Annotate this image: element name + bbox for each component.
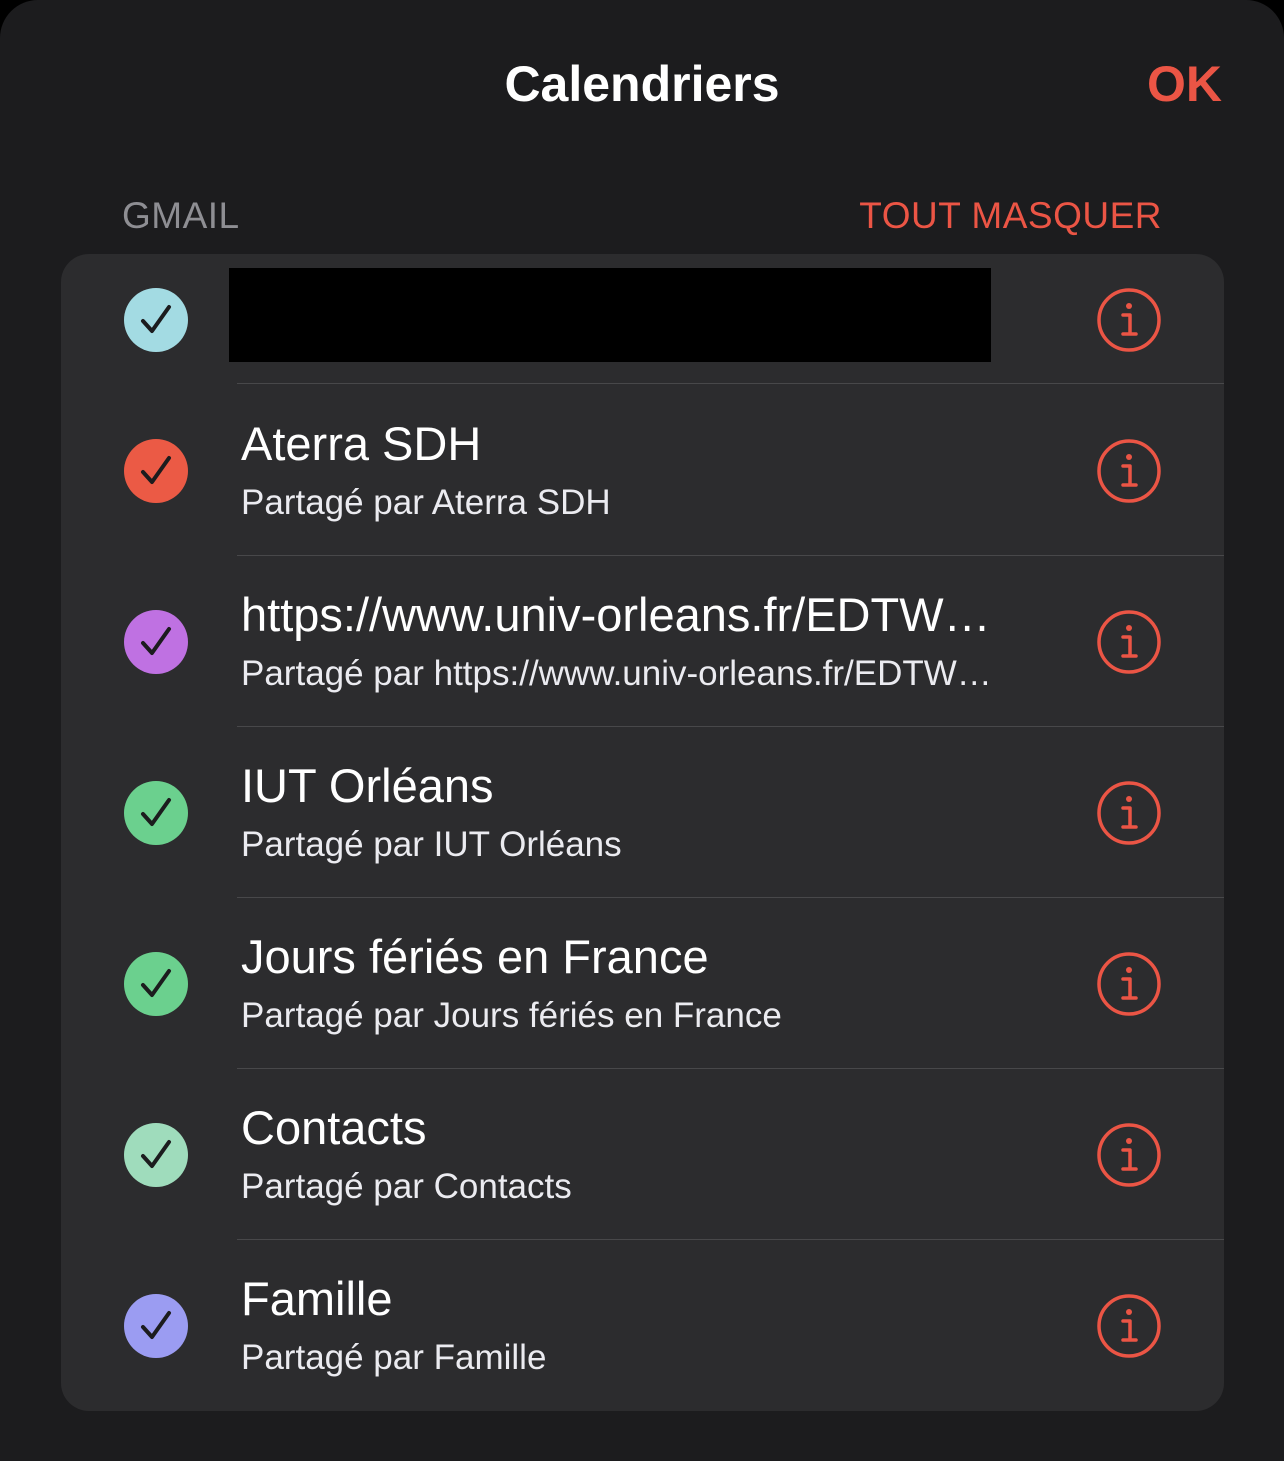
- calendar-title: Jours fériés en France: [241, 930, 709, 983]
- page-title: Calendriers: [504, 56, 780, 112]
- info-icon[interactable]: [1096, 1122, 1162, 1188]
- calendar-row[interactable]: Jours fériés en France Partagé par Jours…: [61, 898, 1224, 1069]
- redacted-calendar-name: [229, 268, 991, 362]
- calendar-title: Contacts: [241, 1101, 427, 1154]
- calendar-row[interactable]: IUT Orléans Partagé par IUT Orléans: [61, 727, 1224, 898]
- calendar-subtitle: Partagé par Contacts: [241, 1167, 572, 1206]
- calendar-title: IUT Orléans: [241, 759, 494, 812]
- calendar-checkmark-icon[interactable]: [124, 439, 188, 503]
- info-icon[interactable]: [1096, 609, 1162, 675]
- calendar-subtitle: Partagé par Aterra SDH: [241, 483, 611, 522]
- calendar-checkmark-icon[interactable]: [124, 781, 188, 845]
- calendar-title: https://www.univ-orleans.fr/EDTW…: [241, 588, 991, 641]
- calendar-checkmark-icon[interactable]: [124, 610, 188, 674]
- calendar-checkmark-icon[interactable]: [124, 1123, 188, 1187]
- calendar-title: Famille: [241, 1272, 393, 1325]
- calendar-row[interactable]: [61, 254, 1224, 384]
- calendar-list: Aterra SDH Partagé par Aterra SDH https:…: [61, 254, 1224, 1411]
- row-separator: [237, 383, 1224, 384]
- calendar-row[interactable]: Contacts Partagé par Contacts: [61, 1069, 1224, 1240]
- calendar-row[interactable]: Aterra SDH Partagé par Aterra SDH: [61, 385, 1224, 556]
- info-icon[interactable]: [1096, 287, 1162, 353]
- calendar-subtitle: Partagé par Jours fériés en France: [241, 996, 782, 1035]
- section-header-gmail: GMAIL: [122, 195, 240, 236]
- info-icon[interactable]: [1096, 951, 1162, 1017]
- calendar-row[interactable]: Famille Partagé par Famille: [61, 1240, 1224, 1411]
- calendar-checkmark-icon[interactable]: [124, 1294, 188, 1358]
- calendar-checkmark-icon[interactable]: [124, 288, 188, 352]
- info-icon[interactable]: [1096, 438, 1162, 504]
- calendar-checkmark-icon[interactable]: [124, 952, 188, 1016]
- ok-button[interactable]: OK: [1147, 52, 1222, 116]
- info-icon[interactable]: [1096, 1293, 1162, 1359]
- calendar-title: Aterra SDH: [241, 417, 482, 470]
- calendar-row[interactable]: https://www.univ-orleans.fr/EDTW… Partag…: [61, 556, 1224, 727]
- hide-all-button[interactable]: TOUT MASQUER: [859, 192, 1162, 240]
- calendar-subtitle: Partagé par Famille: [241, 1338, 547, 1377]
- calendars-sheet: Calendriers OK GMAIL TOUT MASQUER Aterra…: [0, 0, 1284, 1461]
- calendar-subtitle: Partagé par IUT Orléans: [241, 825, 622, 864]
- info-icon[interactable]: [1096, 780, 1162, 846]
- calendar-subtitle: Partagé par https://www.univ-orleans.fr/…: [241, 654, 992, 693]
